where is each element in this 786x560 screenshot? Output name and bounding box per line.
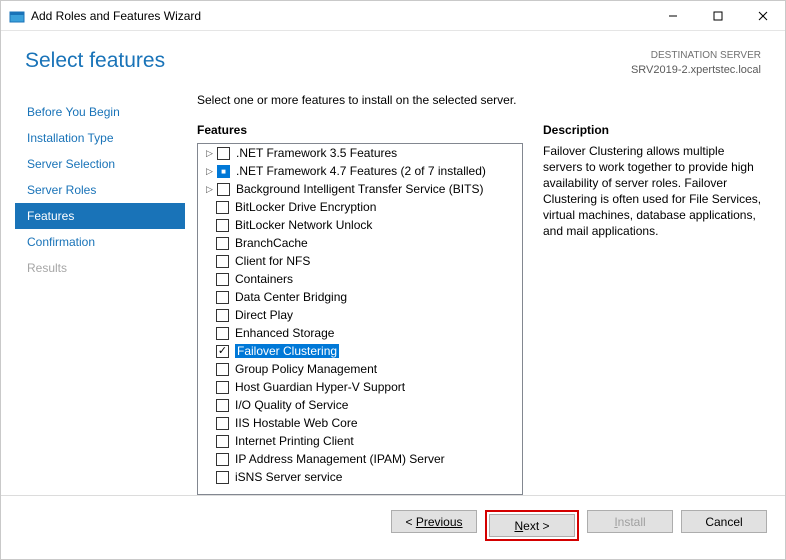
feature-label: Background Intelligent Transfer Service … bbox=[236, 182, 483, 196]
feature-checkbox[interactable] bbox=[216, 327, 229, 340]
destination-info: DESTINATION SERVER SRV2019-2.xpertstec.l… bbox=[631, 49, 761, 77]
window-title: Add Roles and Features Wizard bbox=[31, 9, 650, 23]
feature-item[interactable]: ▷■ .NET Framework 4.7 Features (2 of 7 in… bbox=[198, 162, 522, 180]
feature-label: BranchCache bbox=[235, 236, 308, 250]
sidebar: Before You BeginInstallation TypeServer … bbox=[15, 93, 185, 495]
feature-item[interactable]: Data Center Bridging bbox=[198, 288, 522, 306]
feature-item[interactable]: BranchCache bbox=[198, 234, 522, 252]
feature-item[interactable]: Client for NFS bbox=[198, 252, 522, 270]
feature-label: Failover Clustering bbox=[235, 344, 339, 358]
feature-item[interactable]: Host Guardian Hyper-V Support bbox=[198, 378, 522, 396]
feature-label: Client for NFS bbox=[235, 254, 310, 268]
feature-checkbox[interactable] bbox=[216, 417, 229, 430]
feature-checkbox[interactable] bbox=[216, 201, 229, 214]
expand-icon[interactable]: ▷ bbox=[204, 148, 215, 159]
sidebar-step-server-roles[interactable]: Server Roles bbox=[15, 177, 185, 203]
feature-label: BitLocker Network Unlock bbox=[235, 218, 372, 232]
header: Select features DESTINATION SERVER SRV20… bbox=[1, 31, 785, 85]
features-heading: Features bbox=[197, 123, 523, 137]
sidebar-step-before-you-begin[interactable]: Before You Begin bbox=[15, 99, 185, 125]
wizard-icon bbox=[9, 8, 25, 24]
feature-item[interactable]: Internet Printing Client bbox=[198, 432, 522, 450]
sidebar-step-results: Results bbox=[15, 255, 185, 281]
features-listbox[interactable]: ▷ .NET Framework 3.5 Features ▷■ .NET Frame… bbox=[197, 143, 523, 495]
install-button[interactable]: Install bbox=[587, 510, 673, 533]
description-text: Failover Clustering allows multiple serv… bbox=[543, 143, 767, 239]
sidebar-step-server-selection[interactable]: Server Selection bbox=[15, 151, 185, 177]
feature-checkbox[interactable] bbox=[216, 291, 229, 304]
feature-item[interactable]: Group Policy Management bbox=[198, 360, 522, 378]
expand-icon[interactable]: ▷ bbox=[204, 166, 215, 177]
feature-label: BitLocker Drive Encryption bbox=[235, 200, 376, 214]
sidebar-step-confirmation[interactable]: Confirmation bbox=[15, 229, 185, 255]
instruction-text: Select one or more features to install o… bbox=[197, 93, 767, 107]
feature-label: I/O Quality of Service bbox=[235, 398, 348, 412]
maximize-button[interactable] bbox=[695, 1, 740, 30]
destination-server: SRV2019-2.xpertstec.local bbox=[631, 63, 761, 77]
feature-checkbox[interactable] bbox=[216, 273, 229, 286]
feature-label: Host Guardian Hyper-V Support bbox=[235, 380, 405, 394]
feature-item[interactable]: ▷ .NET Framework 3.5 Features bbox=[198, 144, 522, 162]
close-button[interactable] bbox=[740, 1, 785, 30]
feature-item[interactable]: BitLocker Drive Encryption bbox=[198, 198, 522, 216]
feature-label: Group Policy Management bbox=[235, 362, 377, 376]
feature-checkbox[interactable] bbox=[216, 399, 229, 412]
minimize-button[interactable] bbox=[650, 1, 695, 30]
feature-label: .NET Framework 3.5 Features bbox=[236, 146, 397, 160]
feature-item[interactable]: IP Address Management (IPAM) Server bbox=[198, 450, 522, 468]
sidebar-step-installation-type[interactable]: Installation Type bbox=[15, 125, 185, 151]
feature-checkbox[interactable] bbox=[216, 309, 229, 322]
feature-item[interactable]: Direct Play bbox=[198, 306, 522, 324]
feature-item[interactable]: Containers bbox=[198, 270, 522, 288]
feature-checkbox[interactable] bbox=[216, 237, 229, 250]
titlebar: Add Roles and Features Wizard bbox=[1, 1, 785, 31]
destination-label: DESTINATION SERVER bbox=[631, 49, 761, 63]
feature-item[interactable]: I/O Quality of Service bbox=[198, 396, 522, 414]
feature-item[interactable]: Enhanced Storage bbox=[198, 324, 522, 342]
feature-checkbox[interactable] bbox=[216, 363, 229, 376]
feature-checkbox[interactable] bbox=[216, 381, 229, 394]
feature-checkbox[interactable] bbox=[217, 183, 230, 196]
feature-checkbox[interactable] bbox=[216, 219, 229, 232]
feature-item[interactable]: ▷ Background Intelligent Transfer Service… bbox=[198, 180, 522, 198]
feature-label: IP Address Management (IPAM) Server bbox=[235, 452, 445, 466]
sidebar-step-features[interactable]: Features bbox=[15, 203, 185, 229]
feature-label: Containers bbox=[235, 272, 293, 286]
feature-label: Data Center Bridging bbox=[235, 290, 347, 304]
feature-checkbox[interactable] bbox=[216, 453, 229, 466]
next-button-highlight: Next > bbox=[485, 510, 579, 541]
feature-item[interactable]: iSNS Server service bbox=[198, 468, 522, 486]
feature-checkbox[interactable]: ■ bbox=[217, 165, 230, 178]
feature-label: Internet Printing Client bbox=[235, 434, 354, 448]
feature-checkbox[interactable] bbox=[216, 345, 229, 358]
feature-label: IIS Hostable Web Core bbox=[235, 416, 358, 430]
description-heading: Description bbox=[543, 123, 767, 137]
feature-item[interactable]: Failover Clustering bbox=[198, 342, 522, 360]
feature-checkbox[interactable] bbox=[216, 255, 229, 268]
feature-checkbox[interactable] bbox=[217, 147, 230, 160]
feature-label: Direct Play bbox=[235, 308, 293, 322]
feature-checkbox[interactable] bbox=[216, 471, 229, 484]
cancel-button[interactable]: Cancel bbox=[681, 510, 767, 533]
feature-item[interactable]: BitLocker Network Unlock bbox=[198, 216, 522, 234]
feature-label: .NET Framework 4.7 Features (2 of 7 inst… bbox=[236, 164, 486, 178]
page-title: Select features bbox=[25, 49, 165, 73]
feature-label: iSNS Server service bbox=[235, 470, 342, 484]
expand-icon[interactable]: ▷ bbox=[204, 184, 215, 195]
feature-checkbox[interactable] bbox=[216, 435, 229, 448]
feature-item[interactable]: IIS Hostable Web Core bbox=[198, 414, 522, 432]
next-button[interactable]: Next > bbox=[489, 514, 575, 537]
previous-button[interactable]: < Previous bbox=[391, 510, 477, 533]
feature-label: Enhanced Storage bbox=[235, 326, 334, 340]
footer: < Previous Next > Install Cancel bbox=[1, 495, 785, 555]
